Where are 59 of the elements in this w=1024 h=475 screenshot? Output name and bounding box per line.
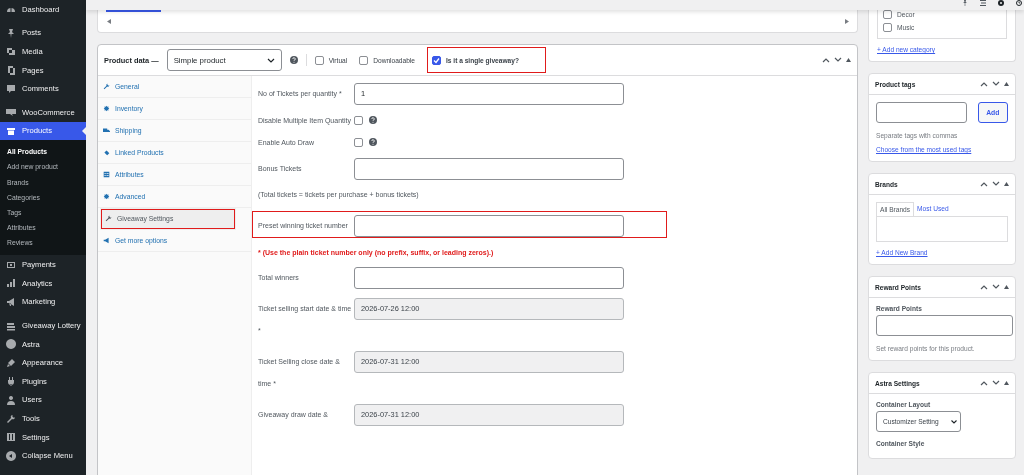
table-icon bbox=[103, 171, 110, 178]
move-up-icon[interactable] bbox=[980, 284, 988, 290]
brush-icon bbox=[6, 357, 16, 368]
scroll-left-icon[interactable] bbox=[107, 18, 111, 24]
wrench-icon bbox=[105, 215, 112, 222]
bar-chart-icon bbox=[6, 278, 16, 289]
move-up-icon[interactable] bbox=[980, 181, 988, 187]
checkbox[interactable] bbox=[354, 138, 363, 147]
help-icon bbox=[369, 138, 377, 146]
input-field[interactable] bbox=[354, 215, 624, 237]
move-down-icon[interactable] bbox=[992, 181, 1000, 187]
archive-icon bbox=[6, 125, 16, 136]
move-up-icon[interactable] bbox=[980, 81, 988, 87]
move-down-icon[interactable] bbox=[992, 380, 1000, 386]
images-icon bbox=[6, 46, 16, 57]
stack-icon bbox=[6, 320, 16, 331]
list-icon[interactable] bbox=[980, 0, 986, 6]
speech-bubble-icon bbox=[6, 83, 16, 94]
collapse-toggle-icon[interactable] bbox=[1004, 82, 1009, 86]
settings-icon[interactable] bbox=[998, 0, 1004, 6]
plug-icon bbox=[6, 376, 16, 387]
pages-icon bbox=[6, 65, 16, 76]
input-field[interactable] bbox=[354, 267, 624, 289]
active-tab-underline bbox=[106, 10, 161, 12]
wrench-icon bbox=[6, 413, 16, 424]
chevron-down-icon bbox=[951, 419, 957, 424]
collapse-toggle-icon[interactable] bbox=[1004, 381, 1009, 385]
move-down-icon[interactable] bbox=[992, 284, 1000, 290]
help-icon bbox=[289, 56, 298, 64]
wrench-icon bbox=[103, 83, 110, 90]
pin-icon[interactable] bbox=[962, 0, 968, 6]
megaphone-icon bbox=[6, 296, 16, 307]
move-down-icon[interactable] bbox=[992, 81, 1000, 87]
truck-icon bbox=[103, 127, 110, 134]
move-up-icon[interactable] bbox=[822, 57, 830, 63]
collapse-toggle-icon[interactable] bbox=[846, 58, 851, 62]
help-icon bbox=[369, 116, 377, 124]
checkbox[interactable] bbox=[432, 55, 441, 65]
checkbox[interactable] bbox=[883, 23, 892, 32]
checkbox[interactable] bbox=[354, 116, 363, 125]
card-icon bbox=[6, 259, 16, 270]
collapse-toggle-icon[interactable] bbox=[1004, 285, 1009, 289]
scroll-right-icon[interactable] bbox=[845, 18, 849, 24]
checkbox[interactable] bbox=[359, 55, 369, 65]
collapse-toggle-icon[interactable] bbox=[1004, 182, 1009, 186]
input-field[interactable] bbox=[876, 315, 1013, 336]
clock-icon[interactable] bbox=[1016, 0, 1022, 6]
bubble-icon bbox=[6, 107, 16, 118]
tag-input[interactable] bbox=[876, 102, 967, 123]
chevron-down-icon bbox=[266, 57, 275, 63]
input-field[interactable] bbox=[354, 158, 624, 180]
circle-logo-icon bbox=[6, 339, 16, 350]
user-icon bbox=[6, 394, 16, 405]
move-up-icon[interactable] bbox=[980, 380, 988, 386]
collapse-icon bbox=[6, 450, 16, 461]
checkbox[interactable] bbox=[883, 10, 892, 19]
megaphone-icon bbox=[103, 237, 110, 244]
move-down-icon[interactable] bbox=[834, 57, 842, 63]
checkbox[interactable] bbox=[314, 55, 324, 65]
